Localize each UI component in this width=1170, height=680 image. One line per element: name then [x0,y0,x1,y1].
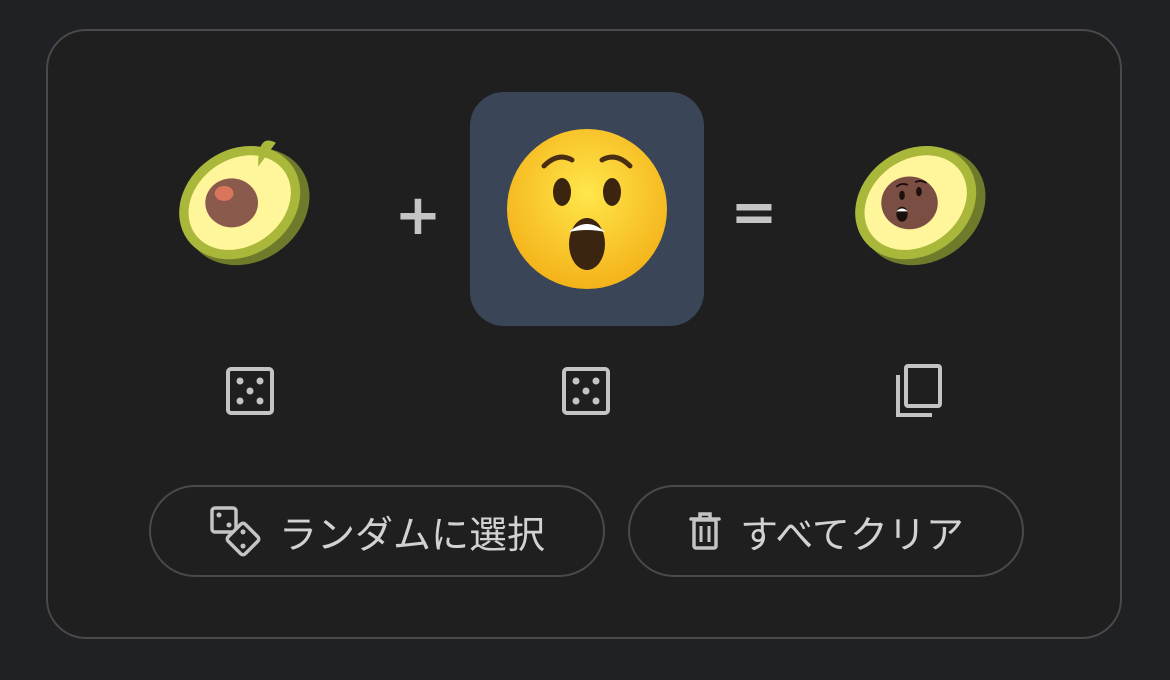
dice-pair-icon [210,506,261,557]
left-emoji-slot[interactable] [162,121,322,281]
clear-all-button[interactable]: すべてクリア [628,485,1024,577]
hushed-face-icon [507,129,667,289]
dice-icon [226,367,274,415]
copy-icon [896,364,942,417]
trash-icon [689,512,721,550]
copy-result-button[interactable] [888,361,948,421]
emoji-kitchen-card: + = ランダムに選択 すべてクリア [46,29,1122,639]
random-select-button[interactable]: ランダムに選択 [149,485,605,577]
right-emoji-slot[interactable] [470,92,704,326]
dice-icon [562,367,610,415]
clear-all-label: すべてクリア [740,512,964,557]
randomize-left-button[interactable] [220,361,280,421]
random-select-label: ランダムに選択 [278,512,545,557]
result-emoji-slot[interactable] [838,121,998,281]
plus-sign: + [394,183,442,248]
equals-sign: = [730,180,778,245]
avocado-icon [179,140,310,266]
randomize-right-button[interactable] [556,361,616,421]
avocado-hushed-mix-icon [855,145,986,266]
